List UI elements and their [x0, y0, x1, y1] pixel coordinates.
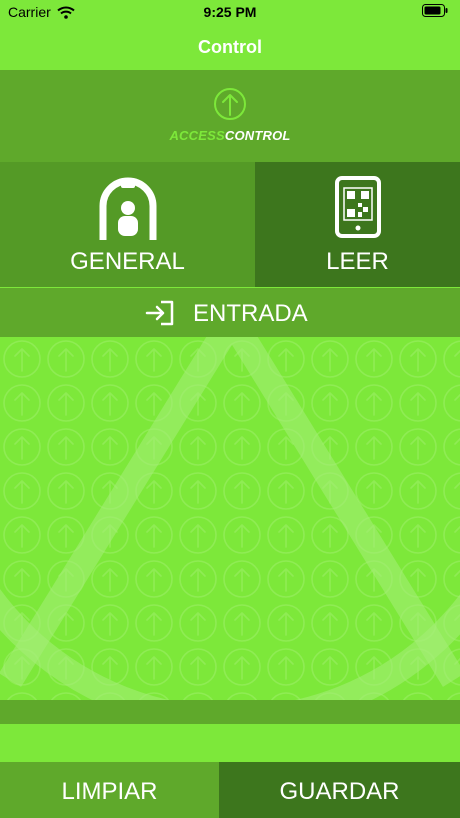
save-button-label: GUARDAR [279, 778, 400, 805]
direction-label: ENTRADA [193, 300, 308, 327]
nav-bar: Control [0, 24, 460, 70]
brand-wordmark: ACCESSCONTROL [0, 128, 460, 143]
tablet-qr-icon [334, 176, 381, 238]
save-button[interactable]: GUARDAR [219, 762, 460, 818]
status-right [422, 4, 448, 20]
status-bar: Carrier 9:25 PM [0, 0, 460, 24]
brand-part1: ACCESS [169, 128, 225, 143]
access-control-logo-icon [214, 88, 246, 120]
mode-general-label: GENERAL [70, 248, 185, 275]
enter-icon [145, 300, 174, 326]
brand-part2: CONTROL [224, 128, 291, 143]
mode-leer-button[interactable]: LEER [255, 162, 460, 287]
mode-leer-label: LEER [326, 248, 389, 275]
mode-general-button[interactable]: GENERAL [0, 162, 255, 287]
clear-button-label: LIMPIAR [61, 778, 158, 805]
clear-button[interactable]: LIMPIAR [0, 762, 219, 818]
app-screen: Carrier 9:25 PM Control ACCESSCONTROL GE… [0, 0, 460, 818]
nav-title: Control [198, 37, 262, 57]
direction-entrada-button[interactable]: ENTRADA [0, 288, 460, 337]
battery-icon [422, 4, 448, 17]
content-divider [0, 700, 460, 724]
status-time: 9:25 PM [203, 4, 257, 20]
content-spacer [0, 724, 460, 762]
person-badge-icon [99, 177, 156, 240]
brand-header: ACCESSCONTROL [0, 70, 460, 162]
